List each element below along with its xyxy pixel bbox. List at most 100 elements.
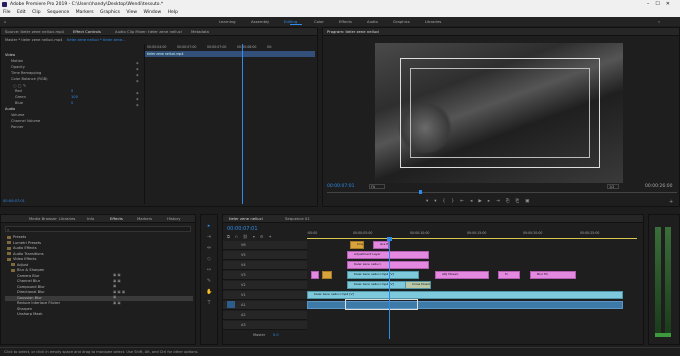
step-back-icon[interactable]: ⇤ (460, 199, 470, 204)
workspace-effects[interactable]: Effects (339, 17, 352, 26)
track-header-v1[interactable]: V1 (223, 291, 307, 300)
goto-out-icon[interactable]: } (451, 199, 460, 204)
menu-edit[interactable]: Edit (17, 10, 26, 15)
fit-dropdown[interactable]: Fit (369, 184, 385, 189)
tab-history[interactable]: History (167, 215, 181, 223)
tab-info[interactable]: Info (87, 215, 94, 223)
keyframe-toggles[interactable]: ◆ ◆ ◆ ◆ ◆ ◆ ◆ (136, 60, 142, 130)
menu-file[interactable]: File (3, 10, 11, 15)
program-timecode[interactable]: 00:00:07:01 (327, 184, 354, 189)
tab-effect-controls[interactable]: Effect Controls (73, 28, 101, 36)
add-button-icon[interactable]: + (669, 199, 673, 205)
sequence-clip-label[interactable]: tieler zene nelluci * tieler zene... (67, 37, 125, 44)
effect-opacity[interactable]: Opacity (11, 65, 25, 70)
pen-tool-icon[interactable]: ✎ (206, 278, 212, 284)
slip-tool-icon[interactable]: ↔ (206, 267, 212, 273)
clip-gold-small[interactable] (322, 271, 332, 279)
effect-channel-volume[interactable]: Channel Volume (11, 119, 40, 124)
mark-out-icon[interactable]: ▾ (434, 199, 442, 204)
effect-panner[interactable]: Panner (11, 125, 23, 130)
playhead-handle[interactable] (387, 237, 392, 241)
extract-icon[interactable]: ⎗ (515, 199, 525, 204)
menu-help[interactable]: Help (168, 10, 178, 15)
track-header-v4[interactable]: V4 (223, 261, 307, 270)
clip-gra-fit[interactable]: Gra fit (373, 241, 389, 249)
clip-adjustment-layer[interactable]: Adjustment Layer (347, 251, 429, 259)
clip-cross-dissolve[interactable]: Cross Dissolve (405, 281, 431, 289)
step-forward-icon[interactable]: ⇥ (496, 199, 506, 204)
effect-motion[interactable]: Motion (11, 59, 23, 64)
menu-clip[interactable]: Clip (32, 10, 41, 15)
menu-graphics[interactable]: Graphics (100, 10, 120, 15)
tab-sequence-01[interactable]: Sequence 01 (285, 215, 310, 223)
timeline-ruler[interactable]: :00:00 00:00:05:00 00:00:10:00 00:00:15:… (307, 230, 637, 240)
menu-window[interactable]: Window (143, 10, 161, 15)
tab-markers[interactable]: Markers (137, 215, 152, 223)
menu-view[interactable]: View (126, 10, 137, 15)
window-controls[interactable]: –☐✕ (647, 0, 676, 9)
track-header-v6[interactable]: V6 (223, 241, 307, 250)
tab-effects[interactable]: Effects (110, 215, 123, 223)
timeline-timecode[interactable]: 00:00:07:01 (227, 226, 258, 232)
effect-color-balance[interactable]: Color Balance (RGB) (11, 77, 48, 82)
clip-crop-fit[interactable]: Crop fit (350, 241, 364, 249)
track-header-v2[interactable]: V2 (223, 281, 307, 290)
wrench-icon[interactable]: ✦ (268, 234, 276, 239)
nest-icon[interactable]: ⧉ (227, 234, 235, 239)
workspace-graphics[interactable]: Graphics (393, 17, 410, 26)
tab-libraries[interactable]: Libraries (59, 215, 75, 223)
work-area-bar[interactable] (307, 238, 637, 239)
clip-video-v1[interactable]: tieler zene nelluci.mp4 [V] (307, 291, 623, 299)
lift-icon[interactable]: ⎘ (506, 199, 516, 204)
track-header-a2[interactable]: A2 (223, 311, 307, 320)
hand-tool-icon[interactable]: ✋ (206, 289, 212, 295)
program-playhead[interactable] (419, 190, 422, 194)
ec-time-ruler[interactable]: 00:00:04:00 00:00:07:00 00:00:07:00 00:0… (145, 44, 315, 50)
export-frame-icon[interactable]: ▣ (525, 199, 535, 204)
clip-fx[interactable]: fx (498, 271, 520, 279)
track-header-v5[interactable]: V5 (223, 251, 307, 260)
ripple-edit-tool-icon[interactable]: ⇹ (206, 245, 212, 251)
home-icon[interactable]: ⌂ (4, 17, 6, 26)
param-red-value[interactable]: 0 (71, 89, 73, 94)
razor-tool-icon[interactable]: ◇ (206, 256, 212, 262)
mask-shape-icons[interactable]: ○ ▢ ✎ (13, 83, 43, 88)
master-value[interactable]: 0.0 (273, 333, 279, 337)
tab-program[interactable]: Program: tieler zene nelluci (327, 28, 379, 36)
track-header-a3[interactable]: A3 (223, 321, 307, 330)
clip-adj-mosaic[interactable]: ADJ Mosaic (435, 271, 489, 279)
add-marker-icon[interactable]: ▾ (253, 234, 260, 239)
workspace-assembly[interactable]: Assembly (251, 17, 269, 26)
program-video-frame[interactable] (375, 43, 623, 183)
tab-source[interactable]: Source: tieler zene nelluci.mp4 (5, 28, 64, 36)
timeline-playhead[interactable] (389, 239, 390, 339)
ec-playhead[interactable] (242, 44, 243, 204)
tab-audio-clip-mixer[interactable]: Audio Clip Mixer: tieler zene nelluci (115, 28, 182, 36)
clip-fx-small[interactable] (311, 271, 319, 279)
track-header-v3[interactable]: V3 (223, 271, 307, 280)
track-header-a1[interactable]: A1 (223, 301, 307, 310)
tab-sequence-main[interactable]: tieler zene nelluci (229, 215, 263, 223)
param-green-value[interactable]: 100 (71, 95, 78, 100)
effects-search-input[interactable]: ⌕ (5, 226, 191, 232)
program-scrub-bar[interactable] (327, 192, 677, 193)
workspace-audio[interactable]: Audio (367, 17, 378, 26)
search-icon[interactable]: ⌕ (658, 17, 660, 26)
effect-unsharp-mask[interactable]: Unsharp Mask (17, 312, 42, 317)
effect-volume[interactable]: Volume (11, 113, 24, 118)
clip-nested-sequence[interactable]: tieler zene nelluci (347, 261, 429, 269)
type-tool-icon[interactable]: T (206, 300, 212, 306)
clip-video-v3[interactable]: tieler zene nelluci.mp4 [V] (347, 271, 419, 279)
effect-time-remapping[interactable]: Time Remapping (11, 71, 41, 76)
master-clip-label[interactable]: Master * tieler zene nelluci.mp4 (5, 37, 62, 44)
param-blue-value[interactable]: 0 (71, 101, 73, 106)
clip-blur-fill[interactable]: Blur fill (530, 271, 576, 279)
tab-media-browser[interactable]: Media Browser (29, 215, 57, 223)
ec-timecode[interactable]: 00:00:07:01 (3, 199, 25, 203)
workspace-libraries[interactable]: Libraries (425, 17, 441, 26)
menu-sequence[interactable]: Sequence (47, 10, 69, 15)
selection-tool-icon[interactable]: ▸ (206, 223, 212, 229)
linked-selection-icon[interactable]: ⛓ (243, 234, 253, 239)
step-forward-frame-icon[interactable]: ▸ (488, 199, 496, 204)
ec-clip-bar[interactable]: tieler zene nelluci.mp4 (145, 51, 315, 57)
